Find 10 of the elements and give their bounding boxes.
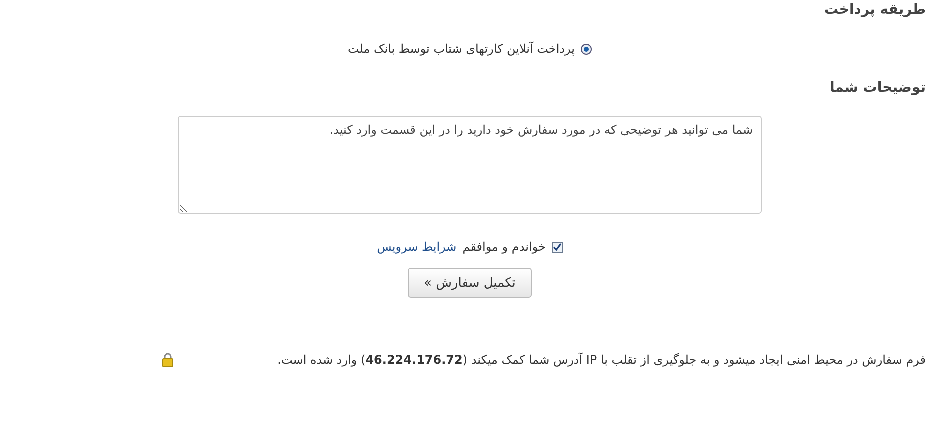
padlock-icon (162, 353, 174, 367)
complete-order-button[interactable]: تکمیل سفارش » (408, 268, 532, 298)
radio-button[interactable] (581, 44, 592, 54)
terms-label: خواندم و موافقم (462, 240, 546, 254)
section-heading: توضیحات شما (829, 80, 926, 96)
terms-checkbox[interactable] (552, 242, 563, 252)
terms-link[interactable]: شرایط سرویس (377, 240, 457, 254)
radio-label: پرداخت آنلاین کارتهای شتاب توسط بانک ملت (348, 42, 575, 56)
section-heading: طریقه پرداخت (824, 2, 926, 18)
notes-textarea[interactable]: شما می توانید هر توضیحی که در مورد سفارش خود دارید را در این قسمت وارد کنید. (178, 116, 762, 214)
